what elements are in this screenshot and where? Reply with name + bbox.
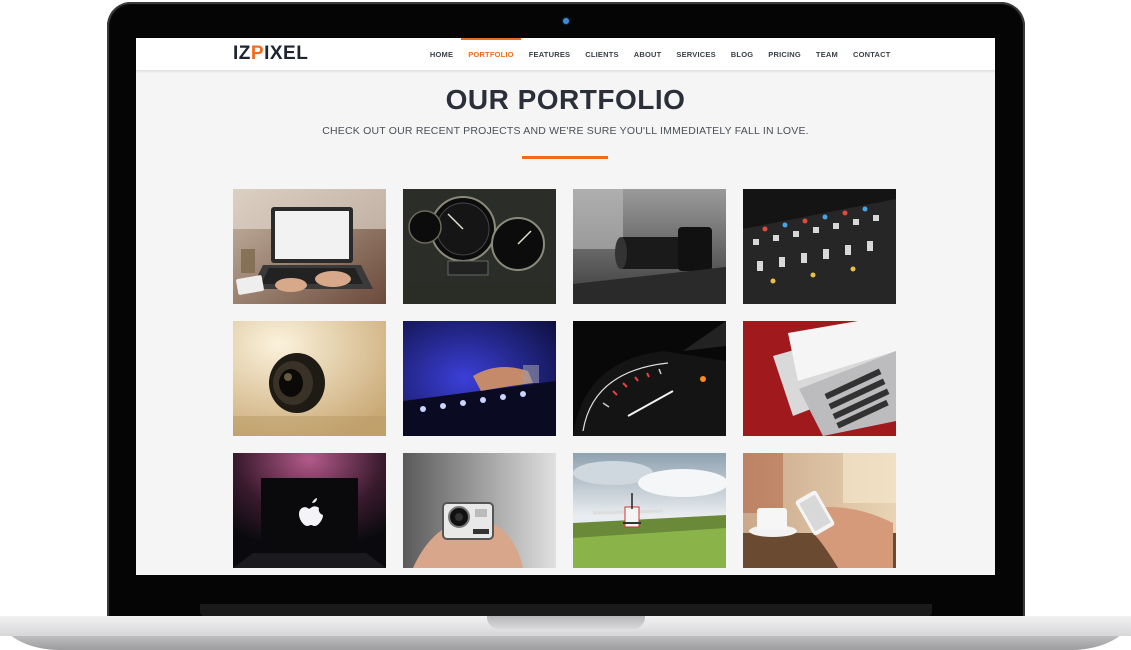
camera-lens-photo-icon bbox=[573, 189, 726, 304]
portfolio-item-dj-mixer[interactable] bbox=[403, 321, 556, 436]
smartphone-cafe-photo-icon bbox=[743, 453, 896, 568]
nav-item-team[interactable]: TEAM bbox=[808, 38, 845, 70]
portfolio-item-audio-mixer[interactable] bbox=[743, 189, 896, 304]
nav-item-clients[interactable]: CLIENTS bbox=[578, 38, 626, 70]
portfolio-item-car-gauges[interactable] bbox=[403, 189, 556, 304]
laptop-hinge bbox=[200, 604, 932, 616]
webcam-icon bbox=[563, 18, 569, 24]
nav-item-pricing[interactable]: PRICING bbox=[761, 38, 809, 70]
nav-item-blog[interactable]: BLOG bbox=[723, 38, 760, 70]
nav-item-contact[interactable]: CONTACT bbox=[845, 38, 898, 70]
nav-item-about[interactable]: ABOUT bbox=[626, 38, 669, 70]
action-camera-photo-icon bbox=[403, 453, 556, 568]
speedometer-photo-icon bbox=[573, 321, 726, 436]
portfolio-item-macbook[interactable] bbox=[233, 453, 386, 568]
site-logo[interactable]: IZPIXEL bbox=[233, 44, 308, 64]
browser-screen: IZPIXEL HOME PORTFOLIO FEATURES CLIENTS … bbox=[136, 38, 995, 575]
portfolio-item-action-camera[interactable] bbox=[403, 453, 556, 568]
portfolio-item-laptop-typing[interactable] bbox=[233, 189, 386, 304]
portfolio-item-lens[interactable] bbox=[233, 321, 386, 436]
audio-mixer-photo-icon bbox=[743, 189, 896, 304]
laptop-notch bbox=[487, 616, 645, 629]
nav-item-services[interactable]: SERVICES bbox=[669, 38, 723, 70]
portfolio-item-speedometer[interactable] bbox=[573, 321, 726, 436]
title-divider bbox=[522, 156, 608, 159]
lens-closeup-photo-icon bbox=[233, 321, 386, 436]
nav-item-portfolio[interactable]: PORTFOLIO bbox=[460, 38, 522, 70]
laptop-typing-photo-icon bbox=[233, 189, 386, 304]
portfolio-grid bbox=[233, 189, 897, 568]
nav-item-home[interactable]: HOME bbox=[422, 38, 460, 70]
section-title: OUR PORTFOLIO bbox=[445, 84, 686, 115]
portfolio-item-camera[interactable] bbox=[573, 189, 726, 304]
main-menu: HOME PORTFOLIO FEATURES CLIENTS ABOUT SE… bbox=[422, 38, 898, 70]
logo-text-1: IZ bbox=[233, 43, 251, 64]
dj-mixer-photo-icon bbox=[403, 321, 556, 436]
macbook-apple-photo-icon bbox=[233, 453, 386, 568]
car-gauges-photo-icon bbox=[403, 189, 556, 304]
logo-text-accent: P bbox=[250, 43, 265, 64]
nav-item-features[interactable]: FEATURES bbox=[521, 38, 577, 70]
logo-text-2: IXEL bbox=[264, 43, 309, 64]
airplane-field-photo-icon bbox=[573, 453, 726, 568]
portfolio-item-laptop-keyboard[interactable] bbox=[743, 321, 896, 436]
section-subtitle: CHECK OUT OUR RECENT PROJECTS AND WE'RE … bbox=[322, 125, 809, 137]
top-navbar: IZPIXEL HOME PORTFOLIO FEATURES CLIENTS … bbox=[136, 38, 995, 71]
laptop-keyboard-photo-icon bbox=[743, 321, 896, 436]
portfolio-item-smartphone[interactable] bbox=[743, 453, 896, 568]
portfolio-item-airplane[interactable] bbox=[573, 453, 726, 568]
